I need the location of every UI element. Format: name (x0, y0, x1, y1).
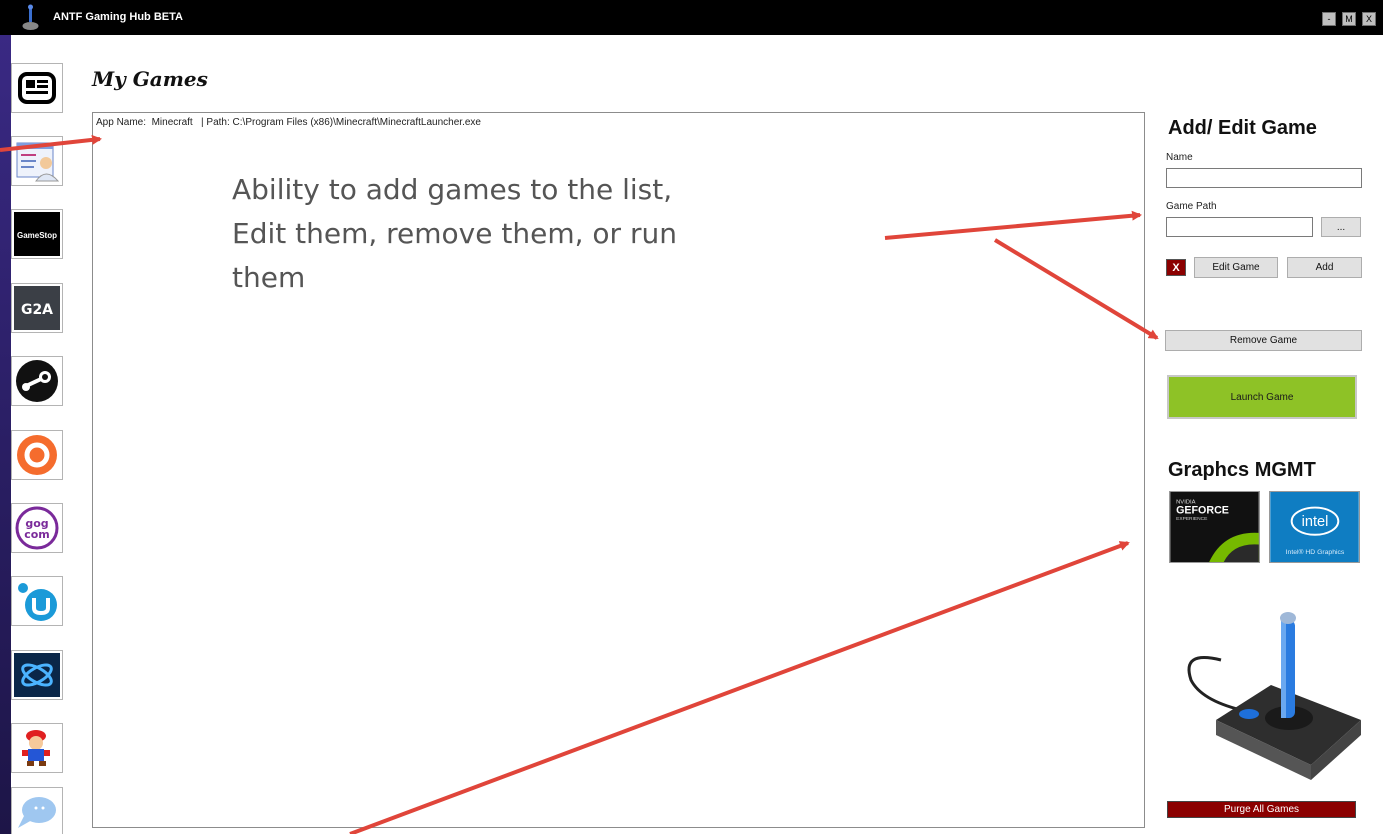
origin-button[interactable] (11, 430, 63, 480)
news-icon (18, 72, 56, 104)
uplay-icon (18, 583, 57, 621)
browse-button[interactable]: ... (1321, 217, 1361, 237)
annotation-line-1: Ability to add games to the list, (232, 173, 673, 206)
add-button[interactable]: Add (1287, 257, 1362, 278)
intel-hd-graphics-icon: intel Intel® HD Graphics (1270, 492, 1359, 562)
name-input[interactable] (1166, 168, 1362, 188)
maximize-button[interactable]: M (1342, 12, 1356, 26)
uplay-button[interactable] (11, 576, 63, 626)
battlenet-icon (14, 653, 60, 697)
graphics-mgmt-heading: Graphcs MGMT (1168, 459, 1316, 481)
steam-icon (16, 360, 58, 402)
page-title: My Games (92, 67, 208, 91)
geforce-label: GEFORCE (1176, 504, 1229, 516)
edit-game-button[interactable]: Edit Game (1194, 257, 1278, 278)
title-bar: ANTF Gaming Hub BETA - M X (0, 0, 1383, 35)
gog-icon: gog com (15, 506, 59, 550)
name-label: Name (1166, 152, 1193, 163)
add-edit-heading: Add/ Edit Game (1168, 117, 1317, 139)
intel-caption: Intel® HD Graphics (1286, 548, 1345, 556)
chat-icon (18, 797, 56, 828)
g2a-icon: G2A (14, 286, 60, 330)
origin-icon (17, 435, 57, 475)
joystick-app-icon (22, 4, 39, 30)
game-path-input[interactable] (1166, 217, 1313, 237)
annotation-line-3: them (232, 261, 306, 294)
profile-icon (16, 142, 60, 182)
gamestop-button[interactable]: GameStop (11, 209, 63, 259)
nvidia-geforce-icon: NVIDIA GEFORCE EXPERIENCE (1170, 492, 1259, 562)
chat-button[interactable] (11, 787, 63, 834)
purge-all-games-button[interactable]: Purge All Games (1167, 801, 1356, 818)
g2a-button[interactable]: G2A (11, 283, 63, 333)
nvidia-geforce-button[interactable]: NVIDIA GEFORCE EXPERIENCE (1169, 491, 1260, 563)
news-button[interactable] (11, 63, 63, 113)
delete-button[interactable]: X (1166, 259, 1186, 276)
annotation-text: Ability to add games to the list, Edit t… (232, 168, 872, 300)
window-title: ANTF Gaming Hub BETA (53, 11, 183, 23)
intel-hd-graphics-button[interactable]: intel Intel® HD Graphics (1269, 491, 1360, 563)
steam-button[interactable] (11, 356, 63, 406)
main-window: GameStop G2A gog com My Games App Name: … (11, 35, 1383, 834)
gog-logo-bottom: com (24, 528, 50, 541)
game-path-label: Game Path (1166, 201, 1217, 212)
gamestop-icon: GameStop (14, 212, 60, 256)
battlenet-button[interactable] (11, 650, 63, 700)
minimize-button[interactable]: - (1322, 12, 1336, 26)
remove-game-button[interactable]: Remove Game (1165, 330, 1362, 351)
experience-label: EXPERIENCE (1176, 516, 1208, 522)
gamestop-logo-text: GameStop (17, 231, 57, 240)
joystick-image (1187, 612, 1361, 780)
g2a-logo-text: G2A (21, 302, 53, 318)
mario-button[interactable] (11, 723, 63, 773)
intel-logo-text: intel (1302, 514, 1329, 530)
launch-game-button[interactable]: Launch Game (1167, 375, 1357, 419)
close-button[interactable]: X (1362, 12, 1376, 26)
profile-button[interactable] (11, 136, 63, 186)
annotation-line-2: Edit them, remove them, or run (232, 217, 677, 250)
gog-button[interactable]: gog com (11, 503, 63, 553)
mario-icon (22, 730, 50, 766)
list-item[interactable]: App Name: Minecraft | Path: C:\Program F… (96, 117, 481, 128)
